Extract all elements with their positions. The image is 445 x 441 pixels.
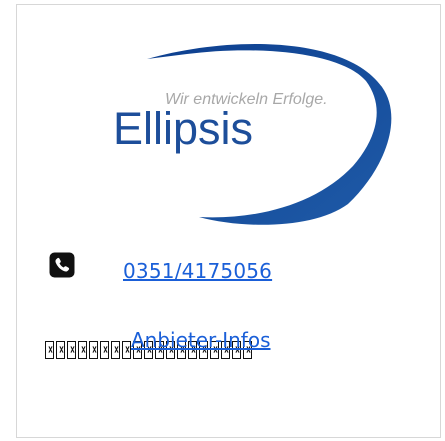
ellipsis-logo: Wir entwickeln Erfolge. Ellipsis [113,43,392,225]
phone-number-link[interactable]: 0351/4175056 [123,259,272,283]
missing-glyph-icon [45,341,54,359]
missing-glyph-icon [89,341,98,359]
missing-glyph-icon [56,341,65,359]
missing-glyph-icon [111,341,120,359]
missing-glyph-icon [67,341,76,359]
provider-info-row: Anbieter-Infos [45,328,275,364]
provider-card: Wir entwickeln Erfolge. Ellipsis 0351/41… [16,4,441,438]
missing-glyph-icon [122,341,131,359]
phone-contact-row: 0351/4175056 [49,252,349,283]
missing-glyph-icon [100,341,109,359]
provider-info-link[interactable]: Anbieter-Infos [131,328,271,352]
missing-glyph-icon [78,341,87,359]
phone-icon [49,252,75,278]
logo-wordmark: Ellipsis [113,103,253,154]
